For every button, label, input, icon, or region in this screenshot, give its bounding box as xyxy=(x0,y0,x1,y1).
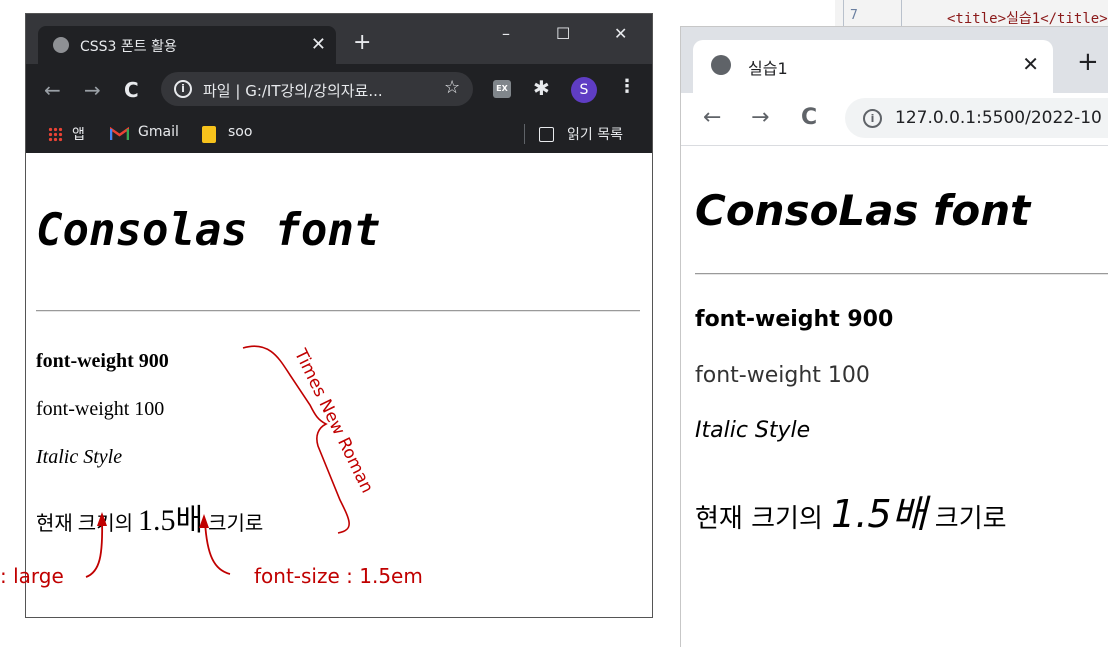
navigation-bar: ← → C i 파일 | G:/IT강의/강의자료... ☆ xyxy=(26,64,652,116)
address-text: 파일 | G:/IT강의/강의자료... xyxy=(203,82,383,100)
editor-line-number: 7 xyxy=(850,8,858,23)
bookmark-soo[interactable]: soo xyxy=(228,124,252,140)
page-heading: Consolas font xyxy=(36,205,381,256)
back-arrow-icon[interactable]: ← xyxy=(703,105,721,130)
page-heading: ConsoLas font xyxy=(695,186,1031,235)
maximize-button[interactable]: ☐ xyxy=(556,24,570,43)
reload-icon[interactable]: C xyxy=(801,105,817,130)
editor-code-line[interactable]: <title>실습1</title> xyxy=(947,8,1108,28)
more-menu-icon[interactable]: ⋮ xyxy=(618,76,636,97)
apps-grid-icon xyxy=(48,127,63,142)
paragraph-weight-100: font-weight 100 xyxy=(695,363,870,388)
browser-chrome: 실습1 ✕ + xyxy=(681,27,1108,93)
star-icon[interactable]: ☆ xyxy=(444,77,460,98)
editor-gutter-divider xyxy=(901,0,902,26)
browser-tab[interactable]: 실습1 ✕ xyxy=(693,40,1053,93)
tab-close-icon[interactable]: ✕ xyxy=(311,34,326,55)
address-bar[interactable]: i 파일 | G:/IT강의/강의자료... ☆ xyxy=(161,72,473,106)
size-text-before: 현재 크기의 xyxy=(36,513,138,535)
bookmark-gmail[interactable]: Gmail xyxy=(138,124,179,140)
gmail-icon xyxy=(110,127,129,140)
address-bar[interactable]: i 127.0.0.1:5500/2022-10 xyxy=(845,98,1108,138)
reload-icon[interactable]: C xyxy=(124,78,139,102)
globe-icon xyxy=(711,55,731,75)
reading-list-button[interactable]: 읽기 목록 xyxy=(567,124,623,144)
browser-window-light: 실습1 ✕ + ← → C i 127.0.0.1:5500/2022-10 C… xyxy=(680,26,1108,647)
paragraph-italic: Italic Style xyxy=(695,418,811,443)
page-content: ConsoLas font font-weight 900 font-weigh… xyxy=(681,145,1108,647)
editor-gutter-divider xyxy=(843,0,844,26)
size-text-after: 크기로 xyxy=(203,513,264,535)
annotation-left-label: : large xyxy=(0,564,64,588)
forward-arrow-icon[interactable]: → xyxy=(84,78,101,102)
bookmarks-bar: 앱 Gmail soo 읽기 목록 xyxy=(26,116,652,153)
paragraph-weight-900: font-weight 900 xyxy=(695,307,894,332)
page-content: Consolas font font-weight 900 font-weigh… xyxy=(26,153,652,617)
minimize-button[interactable]: – xyxy=(502,24,510,43)
info-icon[interactable]: i xyxy=(863,109,882,128)
size-text-emphasis: 1.5배 xyxy=(831,492,927,536)
navigation-bar: ← → C i 127.0.0.1:5500/2022-10 xyxy=(681,93,1108,146)
browser-chrome: CSS3 폰트 활용 ✕ + – ☐ ✕ ← → C i 파일 | G:/IT강… xyxy=(26,14,652,153)
tab-title: CSS3 폰트 활용 xyxy=(80,39,177,55)
back-arrow-icon[interactable]: ← xyxy=(44,78,61,102)
reading-list-icon xyxy=(539,127,554,142)
paragraph-weight-900: font-weight 900 xyxy=(36,350,169,372)
browser-window-dark: CSS3 폰트 활용 ✕ + – ☐ ✕ ← → C i 파일 | G:/IT강… xyxy=(25,13,653,618)
new-tab-button[interactable]: + xyxy=(1077,49,1099,75)
forward-arrow-icon[interactable]: → xyxy=(751,105,769,130)
bookmark-apps[interactable]: 앱 xyxy=(72,124,85,144)
annotation-right-label: font-size : 1.5em xyxy=(254,564,423,588)
paragraph-size: 현재 크기의 1.5배 크기로 xyxy=(36,495,263,539)
folder-icon xyxy=(202,126,216,143)
paragraph-italic: Italic Style xyxy=(36,446,123,468)
profile-avatar[interactable]: S xyxy=(571,77,597,103)
horizontal-rule xyxy=(695,273,1108,275)
size-text-after: 크기로 xyxy=(926,504,1007,534)
paragraph-weight-100: font-weight 100 xyxy=(36,398,165,420)
close-window-button[interactable]: ✕ xyxy=(614,24,627,43)
extensions-puzzle-icon[interactable]: ✱ xyxy=(533,76,551,100)
address-text: 127.0.0.1:5500/2022-10 xyxy=(895,108,1102,128)
new-tab-button[interactable]: + xyxy=(353,32,371,54)
bookmark-separator xyxy=(524,124,525,144)
size-text-before: 현재 크기의 xyxy=(695,504,832,534)
globe-icon xyxy=(53,37,69,53)
tab-close-icon[interactable]: ✕ xyxy=(1022,52,1039,76)
tab-title: 실습1 xyxy=(748,59,788,78)
horizontal-rule xyxy=(36,310,640,312)
browser-tab[interactable]: CSS3 폰트 활용 ✕ xyxy=(38,26,336,64)
extension-ex-icon[interactable]: EX xyxy=(493,80,511,98)
size-text-emphasis: 1.5배 xyxy=(138,504,204,537)
paragraph-size: 현재 크기의 1.5배 크기로 xyxy=(695,483,1007,538)
info-icon[interactable]: i xyxy=(174,80,192,98)
